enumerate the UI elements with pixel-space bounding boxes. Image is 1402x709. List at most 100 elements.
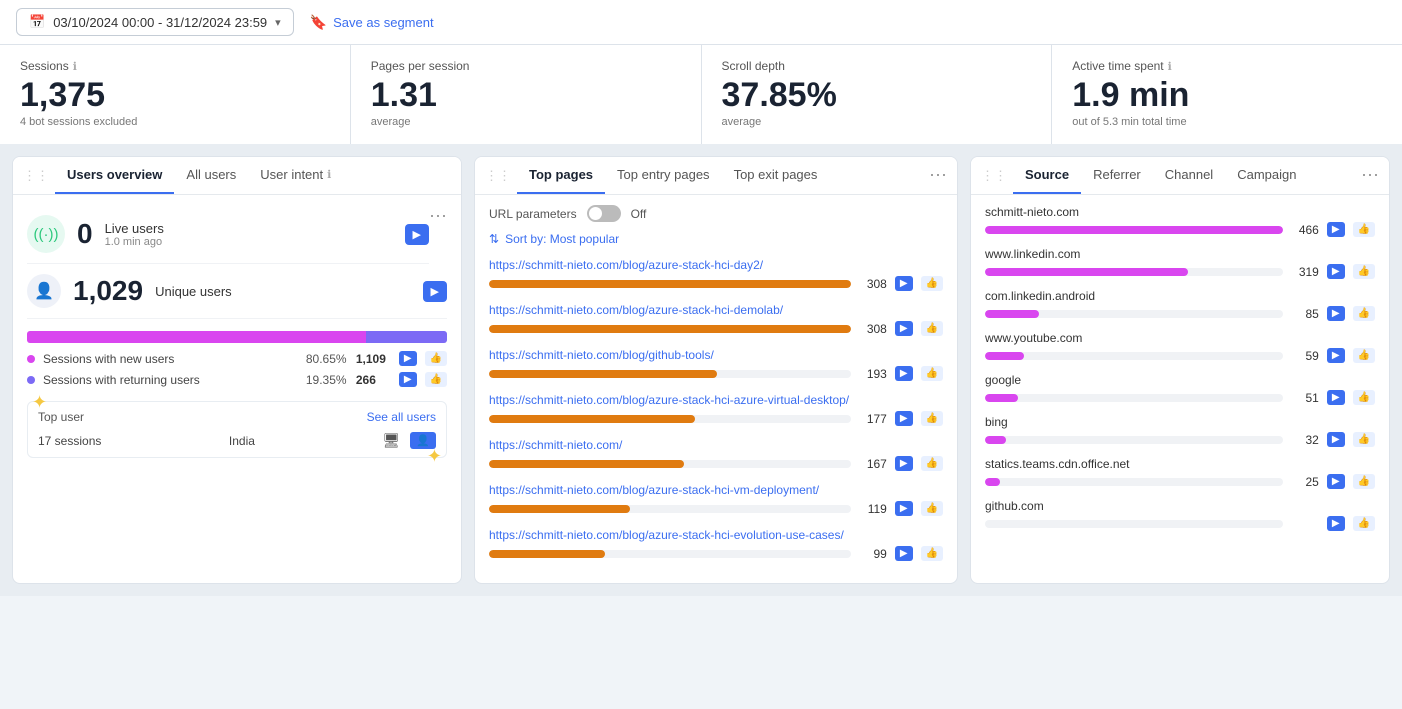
source-video-btn[interactable]: ▶ xyxy=(1327,264,1345,279)
page-thumbs-btn[interactable]: 👍 xyxy=(921,546,943,561)
new-users-thumbs-btn[interactable]: 👍 xyxy=(425,351,447,366)
page-video-btn[interactable]: ▶ xyxy=(895,546,913,561)
page-url[interactable]: https://schmitt-nieto.com/blog/azure-sta… xyxy=(489,393,943,407)
metric-scroll-depth: Scroll depth 37.85% average xyxy=(702,45,1052,144)
page-video-btn[interactable]: ▶ xyxy=(895,411,913,426)
page-url[interactable]: https://schmitt-nieto.com/blog/azure-sta… xyxy=(489,303,943,317)
new-users-legend-row: Sessions with new users 80.65% 1,109 ▶ 👍 xyxy=(27,351,447,366)
source-thumbs-btn[interactable]: 👍 xyxy=(1353,516,1375,531)
tab-all-users[interactable]: All users xyxy=(174,157,248,194)
top-user-header: Top user See all users xyxy=(38,410,436,424)
source-video-btn[interactable]: ▶ xyxy=(1327,306,1345,321)
source-thumbs-btn[interactable]: 👍 xyxy=(1353,432,1375,447)
info-icon[interactable]: ℹ xyxy=(327,168,331,181)
avatar-icon: 👤 xyxy=(27,274,61,308)
page-video-btn[interactable]: ▶ xyxy=(895,501,913,516)
page-entry: https://schmitt-nieto.com/blog/github-to… xyxy=(489,348,943,381)
source-thumbs-btn[interactable]: 👍 xyxy=(1353,390,1375,405)
page-entry: https://schmitt-nieto.com/blog/azure-sta… xyxy=(489,258,943,291)
source-panel-body: schmitt-nieto.com 466 ▶ 👍 www.linkedin.c… xyxy=(971,195,1389,551)
metric-sessions: Sessions ℹ 1,375 4 bot sessions excluded xyxy=(0,45,350,144)
tab-source[interactable]: Source xyxy=(1013,157,1081,194)
sort-row[interactable]: ⇅ Sort by: Most popular xyxy=(489,232,943,246)
source-video-btn[interactable]: ▶ xyxy=(1327,222,1345,237)
source-video-btn[interactable]: ▶ xyxy=(1327,516,1345,531)
unique-users-label: Unique users xyxy=(155,284,232,299)
source-video-btn[interactable]: ▶ xyxy=(1327,390,1345,405)
tab-channel[interactable]: Channel xyxy=(1153,157,1225,194)
live-video-button[interactable]: ▶ xyxy=(405,224,429,245)
page-thumbs-btn[interactable]: 👍 xyxy=(921,411,943,426)
source-name: www.youtube.com xyxy=(985,331,1375,345)
tab-user-intent[interactable]: User intent ℹ xyxy=(248,157,343,194)
source-thumbs-btn[interactable]: 👍 xyxy=(1353,348,1375,363)
source-video-btn[interactable]: ▶ xyxy=(1327,474,1345,489)
info-icon[interactable]: ℹ xyxy=(1168,60,1172,73)
page-url[interactable]: https://schmitt-nieto.com/ xyxy=(489,438,943,452)
page-video-btn[interactable]: ▶ xyxy=(895,366,913,381)
source-name: github.com xyxy=(985,499,1375,513)
page-thumbs-btn[interactable]: 👍 xyxy=(921,456,943,471)
see-all-users-link[interactable]: See all users xyxy=(367,410,436,424)
tab-top-exit-pages[interactable]: Top exit pages xyxy=(722,157,830,194)
source-name: com.linkedin.android xyxy=(985,289,1375,303)
returning-users-thumbs-btn[interactable]: 👍 xyxy=(425,372,447,387)
source-thumbs-btn[interactable]: 👍 xyxy=(1353,474,1375,489)
source-video-btn[interactable]: ▶ xyxy=(1327,348,1345,363)
source-thumbs-btn[interactable]: 👍 xyxy=(1353,264,1375,279)
star-icon-top: ✦ xyxy=(32,392,47,413)
page-thumbs-btn[interactable]: 👍 xyxy=(921,501,943,516)
page-thumbs-btn[interactable]: 👍 xyxy=(921,321,943,336)
url-params-toggle[interactable] xyxy=(587,205,621,222)
metric-label: Scroll depth xyxy=(722,59,1032,73)
tab-top-entry-pages[interactable]: Top entry pages xyxy=(605,157,722,194)
page-thumbs-btn[interactable]: 👍 xyxy=(921,366,943,381)
new-users-video-btn[interactable]: ▶ xyxy=(399,351,417,366)
save-segment-button[interactable]: 🔖 Save as segment xyxy=(310,14,434,31)
page-url[interactable]: https://schmitt-nieto.com/blog/github-to… xyxy=(489,348,943,362)
pages-panel-tabs: ⋮⋮ Top pages Top entry pages Top exit pa… xyxy=(475,157,957,195)
page-url[interactable]: https://schmitt-nieto.com/blog/azure-sta… xyxy=(489,528,943,542)
users-panel: ⋮⋮ Users overview All users User intent … xyxy=(12,156,462,584)
top-user-sessions: 17 sessions xyxy=(38,434,101,448)
tab-top-pages[interactable]: Top pages xyxy=(517,157,605,194)
returning-users-video-btn[interactable]: ▶ xyxy=(399,372,417,387)
sort-icon: ⇅ xyxy=(489,232,499,246)
unique-video-button[interactable]: ▶ xyxy=(423,281,447,302)
metric-value: 1,375 xyxy=(20,77,330,114)
chevron-down-icon: ▾ xyxy=(275,16,281,29)
users-panel-body: ⋯ ((·)) 0 Live users 1.0 min ago ▶ 👤 1,0… xyxy=(13,195,461,470)
page-entry: https://schmitt-nieto.com/blog/azure-sta… xyxy=(489,393,943,426)
drag-handle-users[interactable]: ⋮⋮ xyxy=(23,160,55,192)
url-params-row: URL parameters Off xyxy=(489,205,943,222)
metric-value: 37.85% xyxy=(722,77,1032,114)
page-url[interactable]: https://schmitt-nieto.com/blog/azure-sta… xyxy=(489,258,943,272)
source-video-btn[interactable]: ▶ xyxy=(1327,432,1345,447)
top-user-section: ✦ Top user See all users 17 sessions Ind… xyxy=(27,401,447,458)
page-video-btn[interactable]: ▶ xyxy=(895,456,913,471)
returning-users-dot xyxy=(27,376,35,384)
date-range-value: 03/10/2024 00:00 - 31/12/2024 23:59 xyxy=(53,15,267,30)
source-name: bing xyxy=(985,415,1375,429)
tab-campaign[interactable]: Campaign xyxy=(1225,157,1308,194)
source-more-button[interactable]: ⋯ xyxy=(1361,165,1379,186)
pages-more-button[interactable]: ⋯ xyxy=(929,165,947,186)
page-video-btn[interactable]: ▶ xyxy=(895,276,913,291)
info-icon[interactable]: ℹ xyxy=(73,60,77,73)
tab-referrer[interactable]: Referrer xyxy=(1081,157,1153,194)
drag-handle-source[interactable]: ⋮⋮ xyxy=(981,160,1013,192)
more-options-button[interactable]: ⋯ xyxy=(429,207,447,225)
page-video-btn[interactable]: ▶ xyxy=(895,321,913,336)
source-thumbs-btn[interactable]: 👍 xyxy=(1353,222,1375,237)
page-url[interactable]: https://schmitt-nieto.com/blog/azure-sta… xyxy=(489,483,943,497)
returning-users-label: Sessions with returning users xyxy=(43,373,298,387)
drag-handle-pages[interactable]: ⋮⋮ xyxy=(485,160,517,192)
page-thumbs-btn[interactable]: 👍 xyxy=(921,276,943,291)
source-entry: statics.teams.cdn.office.net 25 ▶ 👍 xyxy=(985,457,1375,489)
tab-users-overview[interactable]: Users overview xyxy=(55,157,174,194)
returning-users-legend-row: Sessions with returning users 19.35% 266… xyxy=(27,372,447,387)
new-users-count: 1,109 xyxy=(356,352,391,366)
sources-list: schmitt-nieto.com 466 ▶ 👍 www.linkedin.c… xyxy=(985,205,1375,531)
source-thumbs-btn[interactable]: 👍 xyxy=(1353,306,1375,321)
date-range-button[interactable]: 📅 03/10/2024 00:00 - 31/12/2024 23:59 ▾ xyxy=(16,8,294,36)
